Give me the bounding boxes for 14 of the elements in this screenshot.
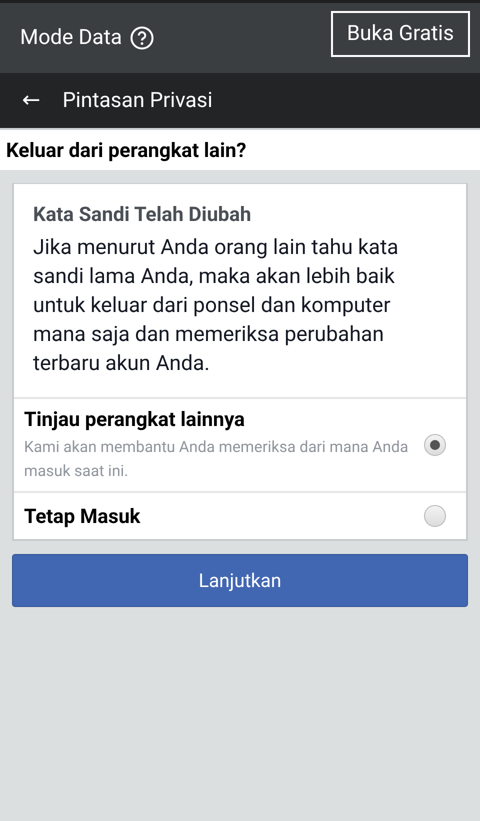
option-label: Tetap Masuk <box>24 504 142 528</box>
section-heading: Keluar dari perangkat lain? <box>6 138 246 162</box>
help-icon[interactable] <box>130 26 154 50</box>
card-text: Jika menurut Anda orang lain tahu kata sandi lama Anda, maka akan lebih baik untuk keluar dari ponsel dan komputer mana saja dan memeriksa perubahan terbaru akun Anda. <box>33 235 400 378</box>
open-free-button[interactable]: Buka Gratis <box>330 11 470 57</box>
option-description: Kami akan membantu Anda memeriksa dari mana Anda masuk saat ini. <box>24 437 410 482</box>
radio-button[interactable] <box>424 505 446 527</box>
data-mode-title: Mode Data <box>20 26 122 50</box>
option-label: Tinjau perangkat lainnya <box>24 407 246 431</box>
radio-button[interactable] <box>424 434 446 456</box>
back-button[interactable]: ← <box>22 88 40 113</box>
continue-button[interactable]: Lanjutkan <box>12 554 468 607</box>
card-title: Kata Sandi Telah Diubah <box>33 202 252 226</box>
page-title: Pintasan Privasi <box>62 88 213 112</box>
